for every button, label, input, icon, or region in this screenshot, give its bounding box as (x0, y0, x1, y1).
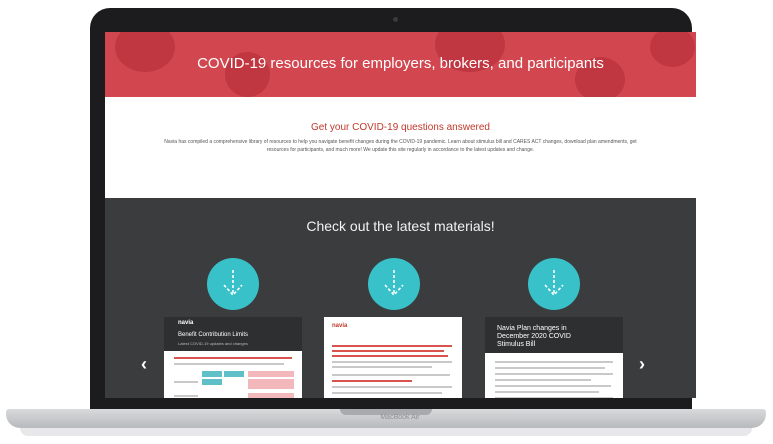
webcam (393, 17, 398, 22)
material-card[interactable]: navia Benefit Contribution Limits Latest… (164, 317, 302, 398)
text-line (332, 392, 442, 394)
hero-banner: COVID-19 resources for employers, broker… (105, 32, 696, 97)
hero-title: COVID-19 resources for employers, broker… (197, 55, 604, 72)
table-cell (202, 371, 222, 377)
chevron-left-icon[interactable]: ‹ (141, 354, 147, 375)
text-line (332, 355, 448, 357)
navia-logo: navia (178, 320, 194, 326)
text-line (332, 380, 412, 382)
text-line (495, 373, 613, 375)
text-line (332, 366, 432, 368)
text-line (174, 395, 198, 397)
material-card[interactable]: navia (324, 317, 462, 398)
materials-title: Check out the latest materials! (306, 218, 495, 234)
text-line (495, 379, 591, 381)
download-icon[interactable] (368, 258, 420, 310)
material-card[interactable]: Navia Plan changes in December 2020 COVI… (485, 317, 623, 398)
text-line (495, 367, 605, 369)
text-line (332, 361, 452, 363)
text-line (495, 391, 599, 393)
text-line (332, 386, 452, 388)
text-line (174, 363, 284, 365)
table-cell (202, 379, 222, 385)
laptop-screen: COVID-19 resources for employers, broker… (105, 32, 696, 398)
table-cell (248, 371, 294, 377)
text-line (495, 397, 613, 398)
text-line (495, 385, 611, 387)
table-cell (248, 379, 294, 389)
navia-logo: navia (332, 323, 348, 329)
table-cell (224, 371, 244, 377)
intro-section: Get your COVID-19 questions answered Nav… (105, 97, 696, 198)
laptop-shadow (20, 428, 752, 436)
device-model-label: MacBook Air (380, 414, 420, 421)
text-line (332, 345, 452, 347)
download-icon[interactable] (528, 258, 580, 310)
intro-heading: Get your COVID-19 questions answered (311, 122, 490, 133)
table-cell (248, 393, 294, 398)
card-title: Navia Plan changes in December 2020 COVI… (497, 325, 571, 348)
text-line (174, 381, 198, 383)
text-line (495, 361, 613, 363)
download-icon[interactable] (207, 258, 259, 310)
chevron-right-icon[interactable]: › (639, 354, 645, 375)
text-line (174, 357, 292, 359)
card-subtitle: Latest COVID-19 updates and changes (178, 341, 248, 346)
text-line (332, 374, 450, 376)
text-line (332, 350, 444, 352)
intro-body: Navia has compiled a comprehensive libra… (164, 139, 637, 153)
card-title: Benefit Contribution Limits (178, 332, 249, 338)
